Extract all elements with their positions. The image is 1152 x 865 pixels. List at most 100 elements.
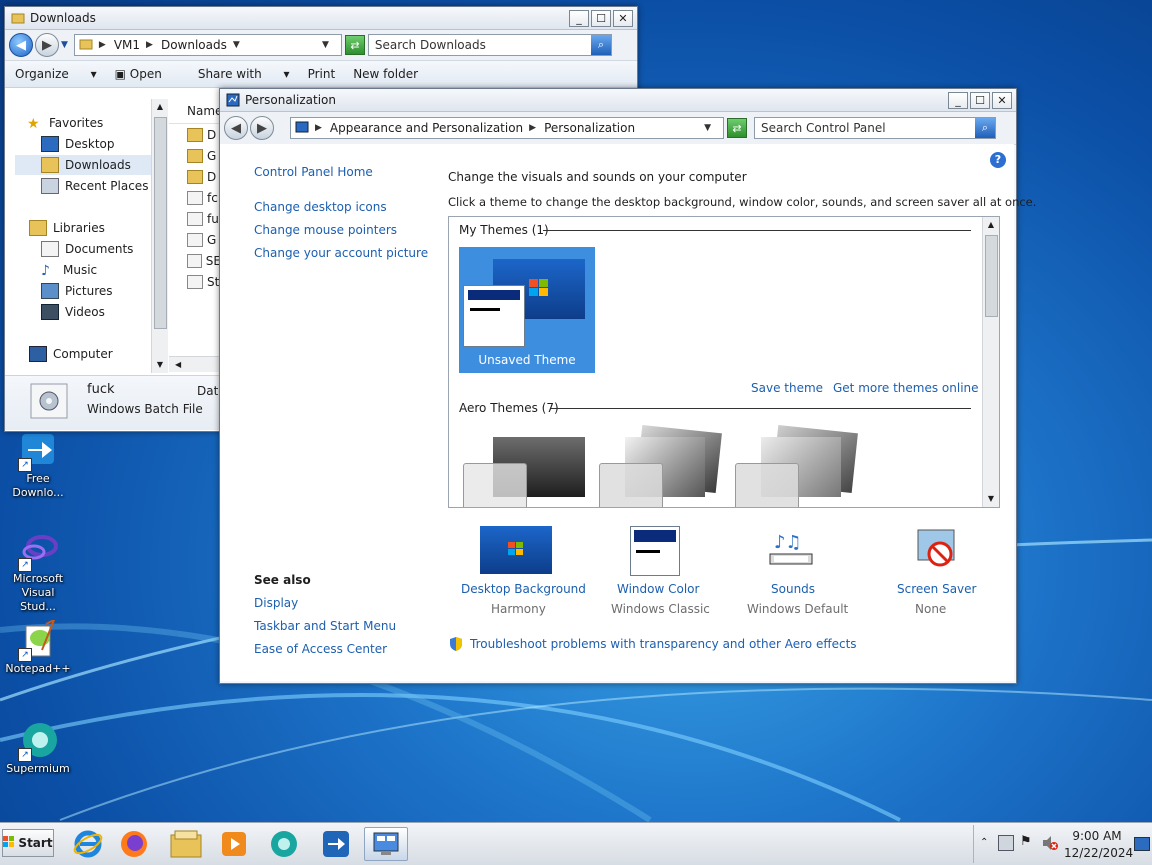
breadcrumb-arrow-icon[interactable]: ▶ [146,40,153,50]
back-button[interactable]: ◀ [224,116,248,140]
nav-item-libraries[interactable]: Libraries [29,218,105,238]
horizontal-scrollbar[interactable]: ◀ [169,356,221,372]
start-button[interactable]: Start [2,829,54,857]
change-mouse-pointers-link[interactable]: Change mouse pointers [254,223,397,237]
file-list-item[interactable]: SE [169,250,221,271]
scroll-down-arrow-icon[interactable]: ▼ [983,491,999,507]
scroll-up-arrow-icon[interactable]: ▲ [983,217,999,233]
nav-item-music[interactable]: ♪ Music [41,260,97,280]
desktop-background-setting[interactable]: Desktop Background Harmony [448,524,588,616]
nav-item-recent-places[interactable]: Recent Places [41,176,148,196]
troubleshoot-link[interactable]: Troubleshoot problems with transparency … [470,637,857,651]
sounds-link[interactable]: Sounds [771,582,815,596]
taskbar-internet-explorer[interactable] [66,827,110,861]
file-list-item[interactable]: St [169,271,221,292]
aero-theme-tile[interactable] [599,423,725,507]
clock-time[interactable]: 9:00 AM [1066,829,1128,843]
show-desktop-button[interactable] [1134,837,1150,851]
scroll-up-arrow-icon[interactable]: ▲ [152,99,168,115]
taskbar-media-player[interactable] [212,827,256,861]
refresh-button[interactable]: ⇄ [727,118,747,138]
taskbar-free-download[interactable] [314,827,358,861]
minimize-button[interactable]: _ [569,9,589,27]
control-panel-home-link[interactable]: Control Panel Home [254,165,373,179]
theme-list-scrollbar[interactable]: ▲ ▼ [982,217,999,507]
breadcrumb-arrow-icon[interactable]: ▶ [315,123,322,133]
taskbar-file-explorer[interactable] [164,827,208,861]
share-with-button[interactable]: Share with ▾ [198,67,290,81]
nav-item-desktop[interactable]: Desktop [41,134,115,154]
search-input[interactable]: Search Downloads ⌕ [367,34,612,56]
search-icon[interactable]: ⌕ [590,35,611,55]
back-button[interactable]: ◀ [9,33,33,57]
action-center-flag-icon[interactable]: ⚑ [1020,834,1032,849]
breadcrumb-arrow-icon[interactable]: ▶ [99,40,106,50]
address-bar[interactable]: ▶ VM1 ▶ Downloads ▼ ▼ [73,34,342,56]
display-link[interactable]: Display [254,596,298,610]
minimize-button[interactable]: _ [948,91,968,109]
search-input[interactable]: Search Control Panel ⌕ [754,117,996,139]
aero-theme-tile[interactable] [463,427,589,507]
address-bar[interactable]: ▶ Appearance and Personalization ▶ Perso… [290,117,724,139]
file-list-item[interactable]: fu [169,208,221,229]
change-account-picture-link[interactable]: Change your account picture [254,246,428,260]
file-list-item[interactable]: fc [169,187,221,208]
open-button[interactable]: ▣ Open [115,67,180,81]
forward-button[interactable]: ▶ [35,33,59,57]
get-more-themes-link[interactable]: Get more themes online [833,381,979,395]
desktop-icon-visual-studio[interactable]: ↗ Microsoft Visual Stud... [3,530,73,614]
scroll-thumb[interactable] [985,235,998,317]
nav-item-computer[interactable]: Computer [29,344,113,364]
file-list-item[interactable]: D [169,166,221,187]
nav-item-documents[interactable]: Documents [41,239,133,259]
print-button[interactable]: Print [308,67,336,81]
file-list-item[interactable]: G [169,145,221,166]
scroll-thumb[interactable] [154,117,167,329]
window-color-setting[interactable]: Window Color Windows Classic [600,524,720,616]
organize-button[interactable]: Organize ▾ [15,67,97,81]
clock-date[interactable]: 12/22/2024 [1064,846,1133,860]
change-desktop-icons-link[interactable]: Change desktop icons [254,200,387,214]
screen-saver-setting[interactable]: Screen Saver None [880,524,1000,616]
desktop-icon-notepad-plus-plus[interactable]: ↗ Notepad++ [3,617,73,676]
nav-item-favorites[interactable]: ★ Favorites [27,113,103,133]
explorer-titlebar[interactable]: Downloads _ ☐ ✕ [5,7,637,30]
taskbar-start-menu-link[interactable]: Taskbar and Start Menu [254,619,396,633]
file-list-item[interactable]: G [169,229,221,250]
volume-muted-icon[interactable] [1042,835,1058,850]
breadcrumb-item[interactable]: Appearance and Personalization [330,121,523,135]
new-folder-button[interactable]: New folder [353,67,418,81]
breadcrumb-arrow-icon[interactable]: ▼ [233,40,240,50]
network-icon[interactable] [998,835,1014,851]
close-button[interactable]: ✕ [992,91,1012,109]
nav-item-videos[interactable]: Videos [41,302,105,322]
address-dropdown-icon[interactable]: ▼ [322,40,329,50]
nav-scrollbar[interactable]: ▲ ▼ [151,99,168,373]
taskbar-supermium[interactable] [262,827,306,861]
taskbar-control-panel[interactable] [364,827,408,861]
file-list-item[interactable]: D [169,124,221,145]
close-button[interactable]: ✕ [613,9,633,27]
address-dropdown-icon[interactable]: ▼ [704,123,711,133]
maximize-button[interactable]: ☐ [970,91,990,109]
desktop-icon-supermium[interactable]: ↗ Supermium [3,720,73,776]
search-icon[interactable]: ⌕ [975,118,995,138]
taskbar-firefox[interactable] [112,827,156,861]
breadcrumb-item[interactable]: Downloads [161,38,227,52]
desktop-background-link[interactable]: Desktop Background [461,582,586,596]
show-hidden-icons-button[interactable]: ⌃ [980,837,988,848]
ease-of-access-link[interactable]: Ease of Access Center [254,642,387,656]
desktop-icon-free-download[interactable]: ↗ Free Downlo... [3,430,73,500]
refresh-button[interactable]: ⇄ [344,35,365,55]
aero-theme-tile[interactable] [735,423,861,507]
maximize-button[interactable]: ☐ [591,9,611,27]
scroll-down-arrow-icon[interactable]: ▼ [152,357,168,373]
unsaved-theme-tile[interactable]: Unsaved Theme [459,247,595,373]
personalization-titlebar[interactable]: Personalization _ ☐ ✕ [220,89,1016,112]
forward-button[interactable]: ▶ [250,116,274,140]
save-theme-link[interactable]: Save theme [751,381,823,395]
column-header-name[interactable]: Name [169,99,222,124]
sounds-setting[interactable]: ♪♫ Sounds Windows Default [740,524,860,616]
recent-pages-icon[interactable]: ▼ [61,40,68,50]
breadcrumb-arrow-icon[interactable]: ▶ [529,123,536,133]
